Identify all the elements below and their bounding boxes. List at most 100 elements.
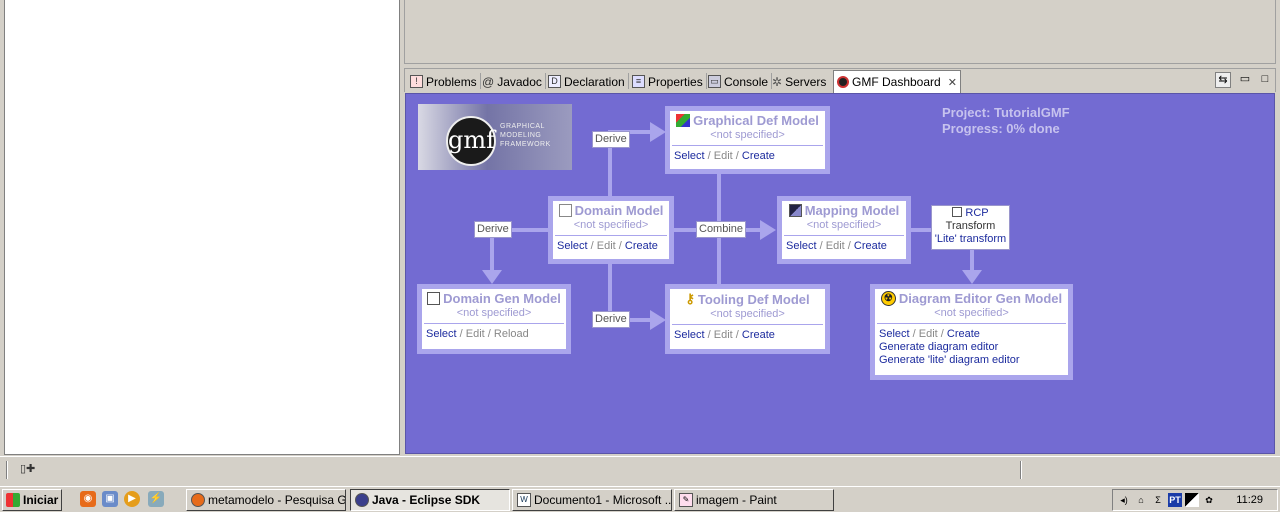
generate-diagram-editor-link[interactable]: Generate diagram editor <box>875 341 1068 354</box>
word-icon: W <box>517 493 531 507</box>
key-icon: ⚷ <box>685 291 695 306</box>
not-specified-text: <not specified> <box>710 129 785 141</box>
not-specified-text: <not specified> <box>573 219 649 231</box>
paint-icon: ✎ <box>679 493 693 507</box>
create-link[interactable]: Create <box>854 240 887 252</box>
network-icon[interactable]: ⌂ <box>1134 493 1148 507</box>
not-specified-text: <not specified> <box>710 308 785 320</box>
select-link[interactable]: Select <box>674 150 705 162</box>
project-name: Project: TutorialGMF <box>942 105 1070 120</box>
close-icon[interactable]: ✕ <box>948 76 957 89</box>
select-link[interactable]: Select <box>786 240 817 252</box>
taskbar-item-eclipse[interactable]: Java - Eclipse SDK <box>350 489 510 511</box>
left-view-panel <box>4 0 400 455</box>
mapping-model-card: Mapping Model <not specified> Select / E… <box>777 196 911 264</box>
arrow-down-icon <box>962 270 982 284</box>
arrow-right-icon <box>650 122 666 142</box>
edit-link: Edit <box>713 329 733 341</box>
not-specified-text: <not specified> <box>456 307 532 319</box>
not-specified-text: <not specified> <box>934 307 1009 319</box>
select-link[interactable]: Select <box>674 329 705 341</box>
checker-icon[interactable] <box>1185 493 1199 507</box>
tab-servers[interactable]: ✲ Servers <box>769 71 829 92</box>
card-actions: Select / Edit / Create <box>557 240 658 252</box>
not-specified-text: <not specified> <box>806 219 882 231</box>
card-title: Graphical Def Model <box>670 111 825 128</box>
tab-label: GMF Dashboard <box>852 75 941 89</box>
mapping-model-icon <box>788 204 802 217</box>
start-button[interactable]: Iniciar <box>2 489 62 511</box>
editor-area <box>404 0 1276 64</box>
language-indicator[interactable]: PT <box>1168 493 1182 507</box>
card-actions: Select / Edit / Create <box>674 329 775 341</box>
select-link[interactable]: Select <box>879 328 910 340</box>
tab-label: Javadoc <box>497 74 542 89</box>
card-title: ⚷ Tooling Def Model <box>685 291 810 307</box>
reload-link: Reload <box>493 328 529 340</box>
media-player-quicklaunch-icon[interactable]: ▶ <box>124 491 140 507</box>
domain-gen-icon <box>427 292 441 305</box>
project-info: Project: TutorialGMF Progress: 0% done <box>942 105 1070 137</box>
tab-properties[interactable]: ≡ Properties <box>629 71 707 92</box>
create-link[interactable]: Create <box>947 328 980 340</box>
select-link[interactable]: Select <box>426 328 457 340</box>
view-tab-bar: ! Problems @ Javadoc D Declaration ≡ Pro… <box>404 68 1276 93</box>
gmf-logo-mark: gmf <box>446 116 496 166</box>
firefox-quicklaunch-icon[interactable]: ◉ <box>80 491 96 507</box>
select-link[interactable]: Select <box>557 240 588 252</box>
card-title: ☢ Diagram Editor Gen Model <box>875 289 1068 306</box>
taskbar: Iniciar ◉ ▣ ▶ ⚡ metamodelo - Pesquisa G.… <box>0 486 1280 512</box>
show-view-menu-icon[interactable]: ⇆ <box>1215 72 1231 88</box>
tooling-def-model-card: ⚷ Tooling Def Model <not specified> Sele… <box>665 284 830 354</box>
card-actions: Select / Edit / Create <box>674 150 775 162</box>
domain-gen-model-card: Domain Gen Model <not specified> Select … <box>417 284 571 354</box>
tab-gmf-dashboard[interactable]: GMF Dashboard ✕ <box>833 70 961 93</box>
taskbar-item-word[interactable]: W Documento1 - Microsoft ... <box>512 489 672 511</box>
tool-quicklaunch-icon[interactable]: ⚡ <box>148 491 164 507</box>
rcp-option[interactable]: RCP <box>934 207 1007 220</box>
windows-logo-icon <box>6 493 20 507</box>
volume-icon[interactable]: ◂) <box>1117 493 1131 507</box>
card-actions: Select / Edit / Reload <box>426 328 529 340</box>
derive-label: Derive <box>592 311 630 328</box>
card-title: Mapping Model <box>782 201 906 218</box>
sigma-icon[interactable]: Σ <box>1151 493 1165 507</box>
arrow-down-icon <box>482 270 502 284</box>
maximize-icon[interactable]: □ <box>1257 72 1273 88</box>
arrow-right-icon <box>760 220 776 240</box>
create-link[interactable]: Create <box>742 150 775 162</box>
edit-link: Edit <box>713 150 733 162</box>
connector <box>910 228 932 232</box>
taskbar-item-paint[interactable]: ✎ imagem - Paint <box>674 489 834 511</box>
derive-label: Derive <box>592 131 630 148</box>
tab-label: Servers <box>785 74 827 89</box>
edit-link: Edit <box>918 328 938 340</box>
rcp-transform-box: RCP Transform 'Lite' transform <box>931 205 1010 250</box>
gmf-logo: gmf GRAPHICAL MODELING FRAMEWORK <box>418 104 572 170</box>
combine-label: Combine <box>696 221 747 238</box>
javadoc-icon: @ <box>482 74 495 89</box>
clock[interactable]: 11:29 <box>1236 494 1263 506</box>
fast-view-icon[interactable]: ▯✚ <box>20 462 35 475</box>
domain-model-card: Domain Model <not specified> Select / Ed… <box>548 196 674 264</box>
tab-console[interactable]: ▭ Console <box>705 71 773 92</box>
lite-transform-link[interactable]: 'Lite' transform <box>934 233 1007 246</box>
derive-label: Derive <box>474 221 512 238</box>
create-link[interactable]: Create <box>742 329 775 341</box>
properties-icon: ≡ <box>632 75 645 88</box>
generate-lite-diagram-editor-link[interactable]: Generate 'lite' diagram editor <box>875 354 1068 367</box>
minimize-icon[interactable]: ▭ <box>1237 72 1253 88</box>
tab-problems[interactable]: ! Problems <box>407 71 481 92</box>
desktop-quicklaunch-icon[interactable]: ▣ <box>102 491 118 507</box>
shield-icon[interactable]: ✿ <box>1202 493 1216 507</box>
tab-label: Declaration <box>564 74 625 89</box>
rcp-checkbox[interactable] <box>952 207 963 217</box>
gmf-logo-text: GRAPHICAL MODELING FRAMEWORK <box>500 123 551 148</box>
taskbar-item-firefox[interactable]: metamodelo - Pesquisa G... <box>186 489 346 511</box>
tab-javadoc[interactable]: @ Javadoc <box>479 71 546 92</box>
console-icon: ▭ <box>708 75 721 88</box>
arrow-right-icon <box>650 310 666 330</box>
create-link[interactable]: Create <box>625 240 658 252</box>
gmf-dashboard: gmf GRAPHICAL MODELING FRAMEWORK Project… <box>405 93 1275 454</box>
tab-declaration[interactable]: D Declaration <box>545 71 629 92</box>
